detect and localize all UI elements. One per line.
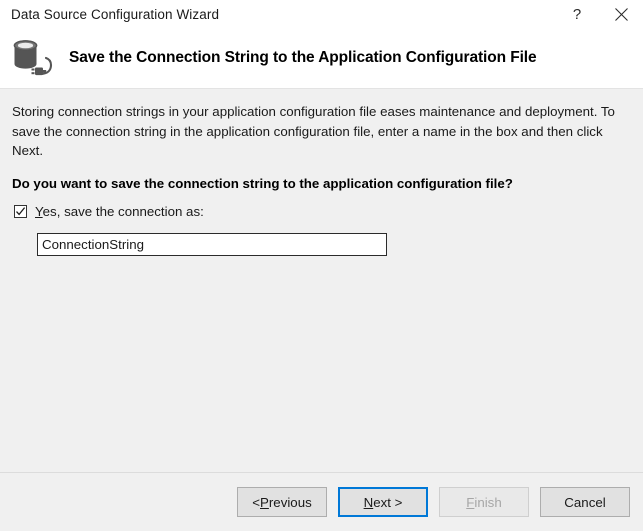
previous-button[interactable]: < Previous	[237, 487, 327, 517]
close-icon	[614, 7, 628, 21]
previous-accel: P	[260, 494, 269, 510]
help-button[interactable]: ?	[555, 0, 599, 28]
data-source-configuration-wizard-dialog: Data Source Configuration Wizard ? Save …	[0, 0, 643, 531]
checkmark-icon	[16, 207, 26, 216]
database-connection-icon	[8, 35, 60, 81]
window-title: Data Source Configuration Wizard	[11, 6, 220, 22]
previous-prefix: <	[252, 494, 260, 510]
cancel-button[interactable]: Cancel	[540, 487, 630, 517]
next-suffix: ext >	[373, 494, 403, 510]
finish-button: Finish	[439, 487, 529, 517]
finish-suffix: inish	[474, 494, 502, 510]
cancel-label: Cancel	[564, 494, 606, 510]
title-bar: Data Source Configuration Wizard ?	[0, 0, 643, 28]
finish-accel: F	[466, 494, 475, 510]
footer-button-bar: < Previous Next > Finish Cancel	[0, 472, 643, 531]
previous-suffix: revious	[268, 494, 312, 510]
next-button[interactable]: Next >	[338, 487, 428, 517]
save-connection-checkbox[interactable]	[14, 205, 27, 218]
save-connection-checkbox-label: Yes, save the connection as:	[35, 204, 204, 219]
page-title: Save the Connection String to the Applic…	[69, 49, 537, 66]
intro-paragraph: Storing connection strings in your appli…	[12, 104, 615, 158]
question-label: Do you want to save the connection strin…	[12, 175, 513, 191]
accel-char: Y	[35, 204, 43, 219]
question-mark-icon: ?	[572, 5, 582, 23]
connection-name-input[interactable]	[37, 232, 387, 256]
save-connection-checkbox-row[interactable]: Yes, save the connection as:	[14, 203, 631, 221]
close-button[interactable]	[599, 0, 643, 28]
wizard-header: Save the Connection String to the Applic…	[0, 28, 643, 89]
content-area: Storing connection strings in your appli…	[0, 89, 643, 472]
next-accel: N	[363, 494, 374, 510]
title-bar-controls: ?	[555, 0, 643, 28]
label-rest: es, save the connection as:	[42, 204, 204, 219]
